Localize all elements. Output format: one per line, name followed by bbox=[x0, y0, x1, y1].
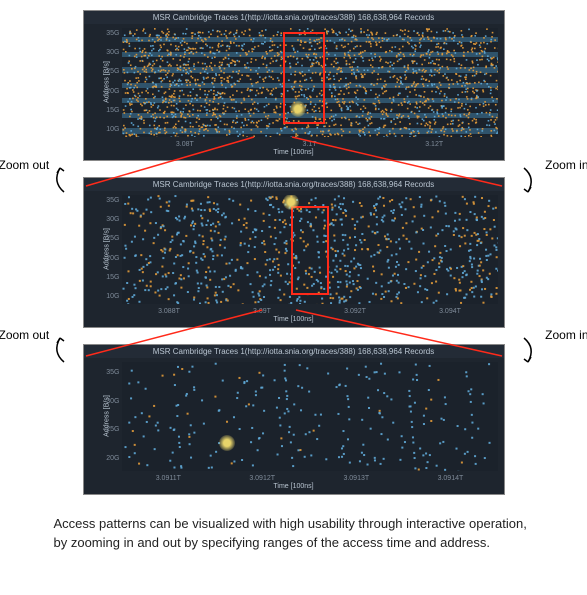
arrow-down-right-2 bbox=[518, 336, 538, 364]
panel-title: MSR Cambridge Traces 1(http://iotta.snia… bbox=[84, 178, 504, 191]
x-tick: 3.0912T bbox=[249, 475, 275, 482]
y-tick: 30G bbox=[106, 216, 119, 223]
cursor-highlight bbox=[283, 195, 299, 210]
x-tick: 3.088T bbox=[158, 308, 180, 315]
x-tick: 3.092T bbox=[344, 308, 366, 315]
y-tick: 10G bbox=[106, 126, 119, 133]
y-tick: 35G bbox=[106, 30, 119, 37]
y-tick: 15G bbox=[106, 107, 119, 114]
y-tick: 10G bbox=[106, 293, 119, 300]
x-tick: 3.1T bbox=[302, 141, 316, 148]
y-tick: 25G bbox=[106, 68, 119, 75]
x-axis: 3.08T 3.1T 3.12TTime [100ns] bbox=[84, 139, 504, 160]
x-ticks: 3.08T 3.1T 3.12T bbox=[122, 141, 498, 148]
y-tick: 25G bbox=[106, 426, 119, 433]
x-tick: 3.0913T bbox=[343, 475, 369, 482]
y-ticks: 10G 15G 20G 25G 30G 35G bbox=[106, 24, 119, 139]
y-ticks: 20G 25G 30G 35G bbox=[106, 358, 119, 473]
y-tick: 25G bbox=[106, 235, 119, 242]
trace-panel-2: MSR Cambridge Traces 1(http://iotta.snia… bbox=[83, 344, 505, 495]
arrow-down-right-1 bbox=[518, 166, 538, 194]
x-ticks: 3.088T 3.09T 3.092T 3.094T bbox=[122, 308, 498, 315]
y-axis: Address [B/s]20G25G30G35G bbox=[84, 358, 122, 473]
scatter-plot[interactable] bbox=[122, 195, 498, 304]
y-tick: 30G bbox=[106, 49, 119, 56]
cursor-highlight bbox=[290, 101, 306, 117]
trace-panel-0: MSR Cambridge Traces 1(http://iotta.snia… bbox=[83, 10, 505, 161]
y-tick: 15G bbox=[106, 274, 119, 281]
plot-area[interactable]: Address [B/s]10G15G20G25G30G35G bbox=[84, 24, 504, 139]
panel-title: MSR Cambridge Traces 1(http://iotta.snia… bbox=[84, 11, 504, 24]
arrow-up-left-1 bbox=[50, 166, 70, 194]
x-tick: 3.09T bbox=[253, 308, 271, 315]
y-tick: 30G bbox=[106, 398, 119, 405]
x-axis-label: Time [100ns] bbox=[84, 149, 504, 156]
x-axis-label: Time [100ns] bbox=[84, 483, 504, 490]
cursor-highlight bbox=[219, 435, 235, 451]
x-ticks: 3.0911T 3.0912T 3.0913T 3.0914T bbox=[122, 475, 498, 482]
y-tick: 20G bbox=[106, 255, 119, 262]
y-tick: 20G bbox=[106, 88, 119, 95]
y-axis: Address [B/s]10G15G20G25G30G35G bbox=[84, 24, 122, 139]
scatter-plot[interactable] bbox=[122, 28, 498, 137]
x-tick: 3.08T bbox=[176, 141, 194, 148]
y-tick: 20G bbox=[106, 455, 119, 462]
x-axis-label: Time [100ns] bbox=[84, 316, 504, 323]
x-axis: 3.088T 3.09T 3.092T 3.094TTime [100ns] bbox=[84, 306, 504, 327]
x-tick: 3.0911T bbox=[156, 475, 181, 482]
figure-caption: Access patterns can be visualized with h… bbox=[54, 515, 534, 553]
trace-panel-1: MSR Cambridge Traces 1(http://iotta.snia… bbox=[83, 177, 505, 328]
zoom-out-label-2: Zoom out bbox=[0, 328, 49, 342]
figure-wrap: Zoom out Zoom in Zoom out Zoom in MSR Ca… bbox=[54, 10, 534, 495]
panel-title: MSR Cambridge Traces 1(http://iotta.snia… bbox=[84, 345, 504, 358]
x-tick: 3.094T bbox=[439, 308, 461, 315]
zoom-in-label-2: Zoom in bbox=[545, 328, 587, 342]
y-axis: Address [B/s]10G15G20G25G30G35G bbox=[84, 191, 122, 306]
plot-area[interactable]: Address [B/s]10G15G20G25G30G35G bbox=[84, 191, 504, 306]
y-tick: 35G bbox=[106, 197, 119, 204]
plot-area[interactable]: Address [B/s]20G25G30G35G bbox=[84, 358, 504, 473]
zoom-in-label-1: Zoom in bbox=[545, 158, 587, 172]
zoom-out-label-1: Zoom out bbox=[0, 158, 49, 172]
x-axis: 3.0911T 3.0912T 3.0913T 3.0914TTime [100ns] bbox=[84, 473, 504, 494]
y-tick: 35G bbox=[106, 369, 119, 376]
y-ticks: 10G 15G 20G 25G 30G 35G bbox=[106, 191, 119, 306]
x-tick: 3.12T bbox=[425, 141, 443, 148]
data-points bbox=[122, 362, 498, 471]
scatter-plot[interactable] bbox=[122, 362, 498, 471]
arrow-up-left-2 bbox=[50, 336, 70, 364]
range-selection[interactable] bbox=[291, 206, 329, 295]
x-tick: 3.0914T bbox=[438, 475, 464, 482]
